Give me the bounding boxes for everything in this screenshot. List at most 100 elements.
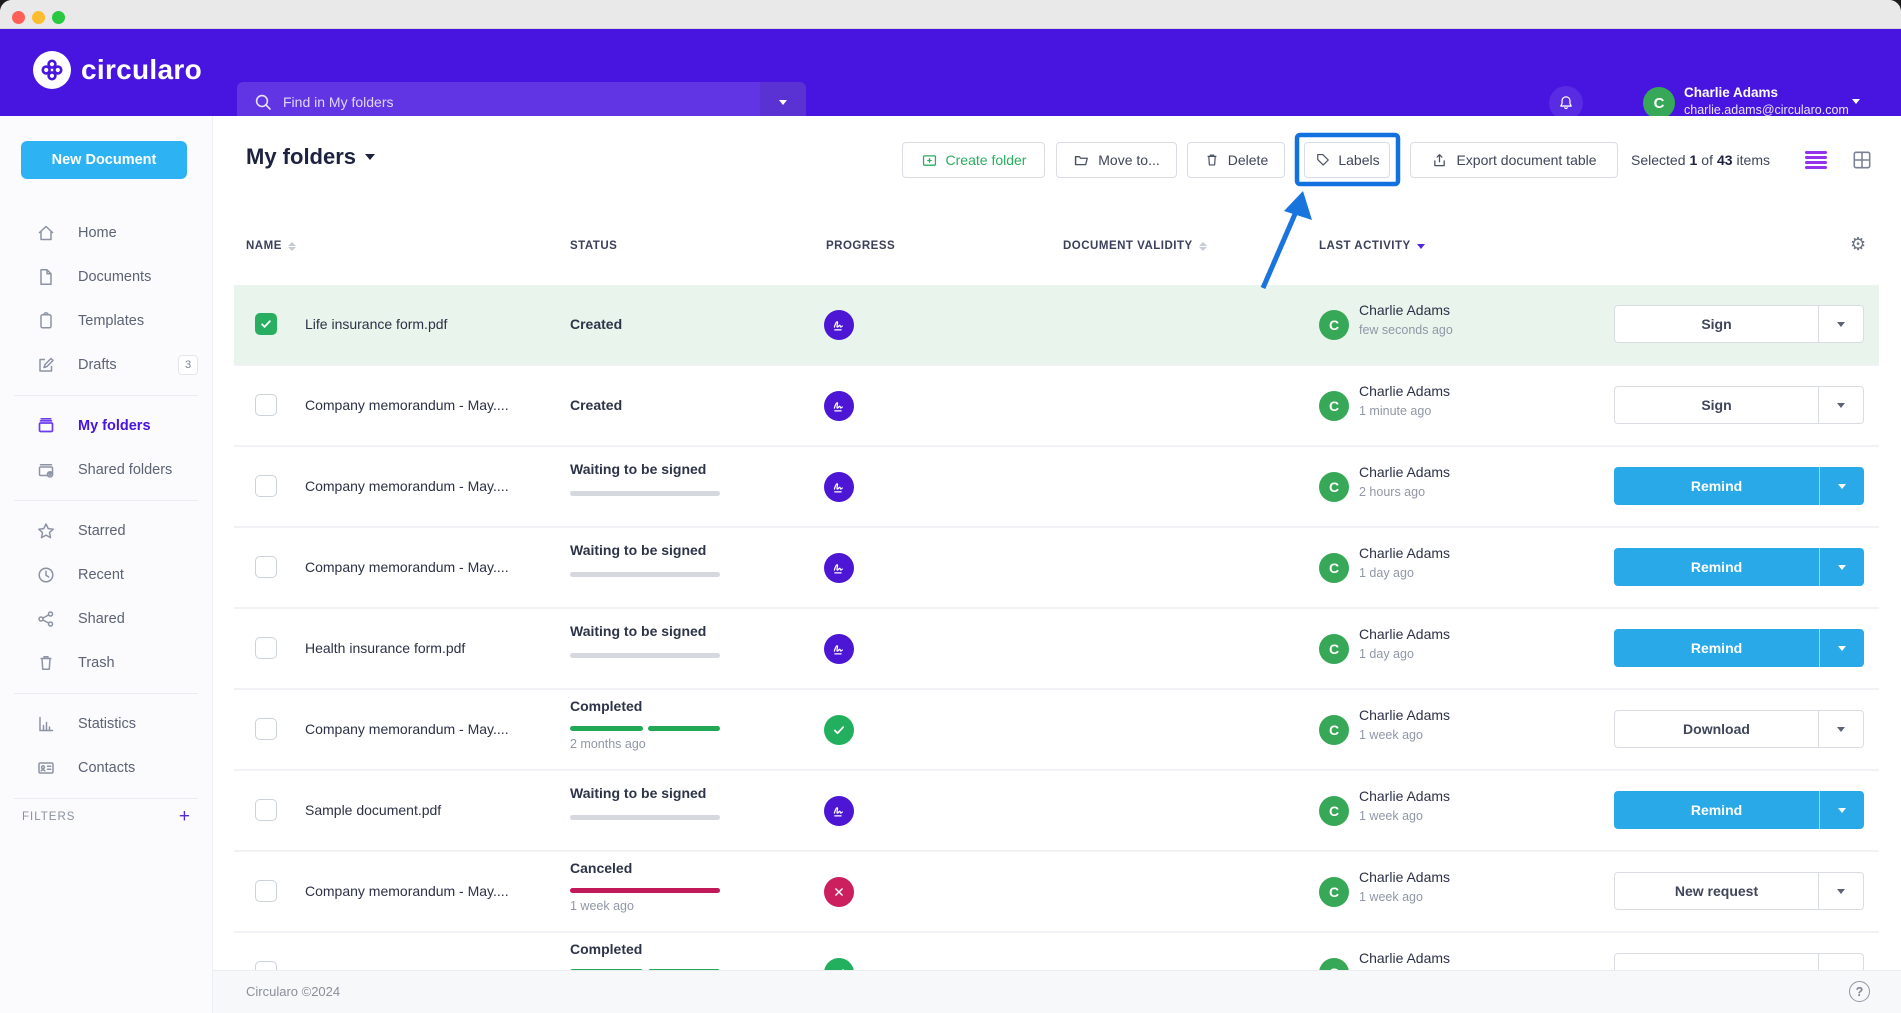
sidebar-item-drafts[interactable]: Drafts 3: [0, 343, 212, 387]
sidebar-item-label: Shared folders: [78, 462, 172, 478]
action-dropdown[interactable]: [1819, 548, 1864, 586]
grid-view-icon[interactable]: [1851, 149, 1873, 176]
action-label: [1615, 954, 1818, 970]
column-header-last-activity[interactable]: LAST ACTIVITY: [1319, 240, 1425, 252]
help-button[interactable]: ?: [1849, 981, 1870, 1002]
check-icon: [824, 715, 854, 745]
row-action-button[interactable]: Download: [1614, 710, 1864, 748]
stats-icon: [36, 714, 56, 734]
gear-icon[interactable]: ⚙: [1850, 234, 1866, 255]
row-action-button[interactable]: New request: [1614, 872, 1864, 910]
table-row[interactable]: Sample document.pdf Waiting to be signed…: [234, 771, 1879, 850]
document-name[interactable]: Health insurance form.pdf: [305, 609, 465, 688]
avatar: C: [1319, 958, 1349, 970]
sidebar-item-documents[interactable]: Documents: [0, 255, 212, 299]
column-header-document-validity[interactable]: DOCUMENT VALIDITY: [1063, 240, 1207, 252]
action-dropdown[interactable]: [1818, 306, 1863, 342]
export-document-table-button[interactable]: Export document table: [1410, 142, 1618, 178]
document-name[interactable]: Sample document.pdf: [305, 771, 441, 850]
action-dropdown[interactable]: [1819, 629, 1864, 667]
action-dropdown[interactable]: [1818, 711, 1863, 747]
row-action-button[interactable]: Remind: [1614, 548, 1864, 586]
sidebar-item-starred[interactable]: Starred: [0, 509, 212, 553]
column-header-status[interactable]: STATUS: [570, 240, 617, 252]
row-checkbox[interactable]: [255, 880, 277, 902]
row-action-button[interactable]: Remind: [1614, 467, 1864, 505]
home-icon: [36, 223, 56, 243]
table-row[interactable]: Company memorandum - May.... Completed 2…: [234, 690, 1879, 769]
chevron-down-icon: [779, 100, 787, 105]
document-name[interactable]: Company memorandum - May....: [305, 852, 509, 931]
table-row[interactable]: Completed C Charlie Adams: [234, 933, 1879, 970]
labels-button[interactable]: Labels: [1304, 142, 1390, 178]
row-checkbox[interactable]: [255, 799, 277, 821]
table-row[interactable]: Company memorandum - May.... Created C C…: [234, 366, 1879, 445]
row-action-button[interactable]: Sign: [1614, 386, 1864, 424]
row-checkbox[interactable]: [255, 394, 277, 416]
action-dropdown[interactable]: [1819, 791, 1864, 829]
sidebar-item-my-folders[interactable]: My folders: [0, 404, 212, 448]
drafts-count-badge: 3: [178, 355, 198, 375]
sidebar-item-home[interactable]: Home: [0, 211, 212, 255]
trash-icon: [36, 653, 56, 673]
table-row[interactable]: Company memorandum - May.... Waiting to …: [234, 528, 1879, 607]
row-checkbox[interactable]: [255, 637, 277, 659]
signature-progress-icon: [824, 796, 854, 826]
sidebar-item-contacts[interactable]: Contacts: [0, 746, 212, 790]
sidebar-item-shared[interactable]: Shared: [0, 597, 212, 641]
table-row[interactable]: Life insurance form.pdf Created C Charli…: [234, 285, 1879, 364]
sidebar-item-recent[interactable]: Recent: [0, 553, 212, 597]
column-header-name[interactable]: NAME: [246, 240, 296, 252]
document-name[interactable]: Company memorandum - May....: [305, 447, 509, 526]
new-document-button[interactable]: New Document: [21, 141, 187, 179]
document-name[interactable]: Company memorandum - May....: [305, 690, 509, 769]
logo[interactable]: circularo: [33, 51, 202, 89]
action-dropdown[interactable]: [1818, 954, 1863, 970]
row-action-button[interactable]: [1614, 953, 1864, 970]
document-name[interactable]: Company memorandum - May....: [305, 528, 509, 607]
activity-time: 1 week ago: [1359, 728, 1423, 742]
action-dropdown[interactable]: [1818, 873, 1863, 909]
add-filter-button[interactable]: +: [179, 806, 190, 828]
row-checkbox[interactable]: [255, 718, 277, 740]
row-action-button[interactable]: Sign: [1614, 305, 1864, 343]
app-header: circularo Find in My folders C Charlie A…: [0, 29, 1901, 116]
column-header-progress[interactable]: PROGRESS: [826, 240, 895, 252]
tag-icon: [1314, 152, 1330, 168]
table-row[interactable]: Company memorandum - May.... Canceled 1 …: [234, 852, 1879, 931]
page-title[interactable]: My folders: [246, 144, 375, 170]
macos-titlebar: [0, 0, 1901, 29]
sidebar-item-shared-folders[interactable]: Shared folders: [0, 448, 212, 492]
document-name[interactable]: Company memorandum - May....: [305, 366, 509, 445]
close-button[interactable]: [12, 11, 25, 24]
notifications-button[interactable]: [1549, 86, 1583, 120]
document-name[interactable]: Life insurance form.pdf: [305, 285, 447, 364]
list-view-icon[interactable]: [1805, 149, 1827, 171]
sidebar-item-trash[interactable]: Trash: [0, 641, 212, 685]
progress-bar: [570, 653, 720, 658]
sidebar-item-templates[interactable]: Templates: [0, 299, 212, 343]
minimize-button[interactable]: [32, 11, 45, 24]
delete-button[interactable]: Delete: [1187, 142, 1285, 178]
signature-progress-icon: [824, 391, 854, 421]
action-dropdown[interactable]: [1819, 467, 1864, 505]
activity-time: 1 minute ago: [1359, 404, 1431, 418]
action-label: Remind: [1614, 467, 1819, 505]
action-dropdown[interactable]: [1818, 387, 1863, 423]
row-checkbox[interactable]: [255, 313, 277, 335]
progress-bar: [570, 572, 720, 577]
row-action-button[interactable]: Remind: [1614, 791, 1864, 829]
move-to-button[interactable]: Move to...: [1056, 142, 1177, 178]
status-label: Completed: [570, 698, 642, 714]
table-row[interactable]: Health insurance form.pdf Waiting to be …: [234, 609, 1879, 688]
row-action-button[interactable]: Remind: [1614, 629, 1864, 667]
create-folder-button[interactable]: Create folder: [902, 142, 1045, 178]
documents-icon: [36, 267, 56, 287]
table-row[interactable]: Company memorandum - May.... Waiting to …: [234, 447, 1879, 526]
sidebar-item-statistics[interactable]: Statistics: [0, 702, 212, 746]
zoom-button[interactable]: [52, 11, 65, 24]
row-checkbox[interactable]: [255, 475, 277, 497]
row-checkbox[interactable]: [255, 961, 277, 970]
row-checkbox[interactable]: [255, 556, 277, 578]
divider: [14, 693, 198, 694]
